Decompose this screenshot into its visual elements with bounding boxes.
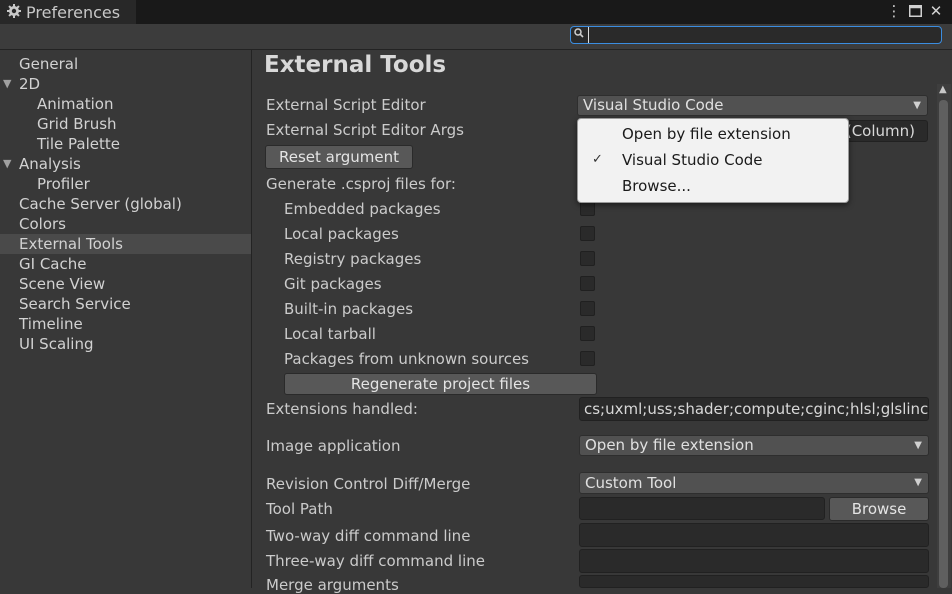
tool-path-label: Tool Path (266, 500, 333, 518)
close-icon[interactable]: ✕ (926, 1, 946, 21)
extensions-label: Extensions handled: (266, 400, 418, 418)
sidebar-item-label: General (19, 55, 79, 73)
local-tarball-checkbox[interactable] (580, 326, 595, 341)
expand-arrow-icon[interactable]: ▼ (3, 74, 11, 94)
sidebar-item-label: 2D (19, 75, 41, 93)
sidebar-item-label: Analysis (19, 155, 81, 173)
script-editor-args-label: External Script Editor Args (266, 121, 464, 139)
embedded-packages-checkbox[interactable] (580, 201, 595, 216)
extensions-value: cs;uxml;uss;shader;compute;cginc;hlsl;gl… (584, 400, 929, 418)
local-packages-checkbox[interactable] (580, 226, 595, 241)
revision-control-label: Revision Control Diff/Merge (266, 475, 471, 493)
menu-item-label: Open by file extension (622, 125, 791, 143)
image-application-dropdown[interactable]: Open by file extension ▼ (579, 435, 929, 456)
sidebar-item-ui-scaling[interactable]: UI Scaling (0, 334, 251, 354)
more-options-icon[interactable]: ⋮ (884, 1, 904, 21)
sidebar-item-label: Grid Brush (37, 115, 117, 133)
local-tarball-label: Local tarball (284, 325, 376, 343)
revision-control-dropdown[interactable]: Custom Tool ▼ (579, 472, 929, 494)
local-packages-label: Local packages (284, 225, 399, 243)
tool-path-field[interactable] (579, 497, 825, 520)
builtin-packages-label: Built-in packages (284, 300, 414, 318)
sidebar-item-label: GI Cache (19, 255, 87, 273)
dropdown-arrow-icon: ▼ (914, 477, 922, 488)
git-packages-label: Git packages (284, 275, 382, 293)
menu-item-label: Visual Studio Code (622, 151, 763, 169)
sidebar-item-timeline[interactable]: Timeline (0, 314, 251, 334)
sidebar-item-label: Animation (37, 95, 114, 113)
git-packages-checkbox[interactable] (580, 276, 595, 291)
reset-argument-button[interactable]: Reset argument (265, 145, 413, 169)
sidebar-item-tile-palette[interactable]: Tile Palette (0, 134, 251, 154)
unknown-sources-label: Packages from unknown sources (284, 350, 529, 368)
sidebar-item-label: External Tools (19, 235, 123, 253)
expand-arrow-icon[interactable]: ▼ (3, 154, 11, 174)
menu-item-label: Browse... (622, 177, 691, 195)
sidebar-item-grid-brush[interactable]: Grid Brush (0, 114, 251, 134)
three-way-diff-field[interactable] (579, 549, 929, 573)
sidebar-item-cache-server[interactable]: Cache Server (global) (0, 194, 251, 214)
revision-control-value: Custom Tool (585, 474, 677, 492)
sidebar-item-analysis[interactable]: ▼ Analysis (0, 154, 251, 174)
scrollbar-thumb[interactable] (939, 100, 948, 588)
script-editor-dropdown[interactable]: Visual Studio Code ▼ (577, 95, 928, 116)
extensions-field[interactable]: cs;uxml;uss;shader;compute;cginc;hlsl;gl… (579, 397, 929, 421)
page-title: External Tools (264, 52, 447, 78)
sidebar-item-label: Scene View (19, 275, 106, 293)
regenerate-project-files-button[interactable]: Regenerate project files (284, 373, 597, 395)
menu-item-open-by-file-extension[interactable]: Open by file extension (578, 121, 848, 147)
window-title: Preferences (26, 3, 121, 22)
sidebar-item-label: Colors (19, 215, 66, 233)
sidebar-item-label: Tile Palette (37, 135, 120, 153)
merge-arguments-label: Merge arguments (266, 576, 399, 594)
sidebar-item-colors[interactable]: Colors (0, 214, 251, 234)
script-editor-dropdown-menu: Open by file extension ✓ Visual Studio C… (577, 118, 849, 203)
dropdown-arrow-icon: ▼ (913, 100, 921, 111)
dropdown-arrow-icon: ▼ (914, 440, 922, 451)
embedded-packages-label: Embedded packages (284, 200, 441, 218)
sidebar-item-label: UI Scaling (19, 335, 94, 353)
script-editor-label: External Script Editor (266, 96, 426, 114)
sidebar-item-general[interactable]: General (0, 54, 251, 74)
unknown-sources-checkbox[interactable] (580, 351, 595, 366)
browse-button[interactable]: Browse (829, 497, 929, 521)
csproj-label: Generate .csproj files for: (266, 175, 456, 193)
search-icon (574, 28, 584, 41)
sidebar-item-label: Cache Server (global) (19, 195, 182, 213)
image-application-label: Image application (266, 437, 401, 455)
sidebar-item-label: Profiler (37, 175, 90, 193)
sidebar-item-animation[interactable]: Animation (0, 94, 251, 114)
builtin-packages-checkbox[interactable] (580, 301, 595, 316)
sidebar-item-search-service[interactable]: Search Service (0, 294, 251, 314)
script-editor-value: Visual Studio Code (583, 96, 724, 114)
sidebar: General ▼ 2D Animation Grid Brush Tile Pa… (0, 50, 252, 588)
image-application-value: Open by file extension (585, 436, 754, 454)
sidebar-item-external-tools[interactable]: External Tools (0, 234, 251, 254)
maximize-icon[interactable] (905, 1, 925, 21)
sidebar-item-scene-view[interactable]: Scene View (0, 274, 251, 294)
menu-item-visual-studio-code[interactable]: ✓ Visual Studio Code (578, 147, 848, 173)
menu-item-browse[interactable]: Browse... (578, 173, 848, 199)
registry-packages-checkbox[interactable] (580, 251, 595, 266)
registry-packages-label: Registry packages (284, 250, 422, 268)
merge-arguments-field[interactable] (579, 575, 929, 588)
checkmark-icon: ✓ (592, 152, 603, 167)
sidebar-item-gi-cache[interactable]: GI Cache (0, 254, 251, 274)
search-field[interactable] (570, 26, 942, 44)
title-bar (0, 0, 952, 24)
two-way-diff-field[interactable] (579, 523, 929, 547)
sidebar-item-profiler[interactable]: Profiler (0, 174, 251, 194)
sidebar-item-2d[interactable]: ▼ 2D (0, 74, 251, 94)
gear-icon (6, 3, 22, 23)
scroll-up-arrow-icon[interactable]: ▲ (939, 84, 947, 95)
sidebar-item-label: Timeline (19, 315, 83, 333)
sidebar-item-label: Search Service (19, 295, 131, 313)
window-tab[interactable]: Preferences (0, 0, 136, 24)
search-input[interactable] (588, 27, 939, 43)
two-way-diff-label: Two-way diff command line (266, 527, 471, 545)
three-way-diff-label: Three-way diff command line (266, 552, 485, 570)
